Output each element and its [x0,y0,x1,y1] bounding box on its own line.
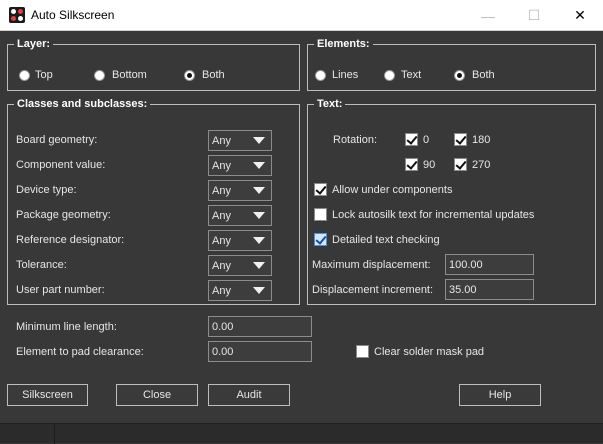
text-group-label: Text: [314,98,346,110]
maximize-icon: ☐ [527,7,541,23]
help-button[interactable]: Help [459,384,541,406]
select-value: Any [212,135,231,147]
select-value: Any [212,160,231,172]
displacement-increment-label: Displacement increment: [312,284,434,296]
layer-radio-both[interactable] [184,70,195,81]
min-line-length-label: Minimum line length: [16,321,117,333]
layer-radio-bottom[interactable] [94,70,105,81]
class-label-board-geometry: Board geometry: [16,134,98,146]
allow-under-components-label: Allow under components [332,184,453,196]
close-icon: ✕ [574,7,586,23]
class-label-package-geometry: Package geometry: [16,209,111,221]
max-displacement-field[interactable]: 100.00 [445,254,534,275]
select-value: Any [212,235,231,247]
device-type-select[interactable]: Any [208,180,272,201]
elements-radio-text[interactable] [384,70,395,81]
displacement-increment-field[interactable]: 35.00 [445,279,534,300]
audit-button[interactable]: Audit [208,384,290,406]
class-label-reference-designator: Reference designator: [16,234,125,246]
window-title: Auto Silkscreen [31,8,115,22]
class-label-device-type: Device type: [16,184,77,196]
element-to-pad-label: Element to pad clearance: [16,346,144,358]
classes-group-label: Classes and subclasses: [14,98,151,110]
class-label-tolerance: Tolerance: [16,259,67,271]
rotation-270-checkbox[interactable] [454,158,467,171]
component-value-select[interactable]: Any [208,155,272,176]
field-value: 100.00 [449,259,483,271]
tolerance-select[interactable]: Any [208,255,272,276]
dropdown-arrow-icon [253,212,265,219]
select-value: Any [212,285,231,297]
package-geometry-select[interactable]: Any [208,205,272,226]
elements-option-both-label: Both [472,69,495,81]
elements-radio-lines[interactable] [315,70,326,81]
rotation-0-checkbox[interactable] [405,133,418,146]
status-bar [0,423,603,444]
field-value: 35.00 [449,284,477,296]
close-button[interactable]: Close [116,384,198,406]
detailed-text-checking-checkbox[interactable] [314,233,327,246]
elements-option-text-label: Text [401,69,422,81]
min-line-length-field[interactable]: 0.00 [208,316,312,337]
elements-radio-both[interactable] [454,70,465,81]
rotation-label: Rotation: [333,134,378,146]
rotation-90-label: 90 [423,159,436,171]
class-label-component-value: Component value: [16,159,106,171]
rotation-0-label: 0 [423,134,430,146]
app-icon [9,7,25,23]
close-window-button[interactable]: ✕ [557,0,603,31]
classes-group: Classes and subclasses: Board geometry: … [7,98,300,305]
rotation-90-checkbox[interactable] [405,158,418,171]
layer-group-label: Layer: [14,38,54,50]
layer-option-both-label: Both [202,69,225,81]
rotation-180-checkbox[interactable] [454,133,467,146]
elements-group: Elements: Lines Text Both [307,38,596,91]
field-value: 0.00 [212,321,234,333]
select-value: Any [212,210,231,222]
select-value: Any [212,260,231,272]
layer-option-bottom-label: Bottom [112,69,147,81]
rotation-270-label: 270 [472,159,491,171]
board-geometry-select[interactable]: Any [208,130,272,151]
lock-autosilk-label: Lock autosilk text for incremental updat… [332,209,535,221]
max-displacement-label: Maximum displacement: [312,259,431,271]
dropdown-arrow-icon [253,187,265,194]
dropdown-arrow-icon [253,162,265,169]
reference-designator-select[interactable]: Any [208,230,272,251]
class-label-user-part-number: User part number: [16,284,105,296]
minimize-icon: — [481,7,495,24]
dropdown-arrow-icon [253,137,265,144]
layer-group: Layer: Top Bottom Both [7,38,300,91]
title-bar: Auto Silkscreen — ☐ ✕ [0,0,603,31]
dropdown-arrow-icon [253,237,265,244]
element-to-pad-field[interactable]: 0.00 [208,341,312,362]
rotation-180-label: 180 [472,134,491,146]
detailed-text-checking-label: Detailed text checking [332,234,440,246]
status-divider [54,424,55,444]
allow-under-components-checkbox[interactable] [314,183,327,196]
select-value: Any [212,185,231,197]
layer-option-top-label: Top [35,69,53,81]
field-value: 0.00 [212,346,234,358]
silkscreen-button[interactable]: Silkscreen [7,384,88,406]
clear-solder-mask-checkbox[interactable] [356,345,369,358]
user-part-number-select[interactable]: Any [208,280,272,301]
lock-autosilk-checkbox[interactable] [314,208,327,221]
elements-option-lines-label: Lines [332,69,359,81]
minimize-button[interactable]: — [465,0,511,31]
elements-group-label: Elements: [314,38,373,50]
text-group: Text: Rotation: 0 180 90 270 Allow under… [307,98,596,305]
dropdown-arrow-icon [253,287,265,294]
layer-radio-top[interactable] [19,70,30,81]
dropdown-arrow-icon [253,262,265,269]
maximize-button[interactable]: ☐ [511,0,557,31]
clear-solder-mask-label: Clear solder mask pad [374,346,485,358]
